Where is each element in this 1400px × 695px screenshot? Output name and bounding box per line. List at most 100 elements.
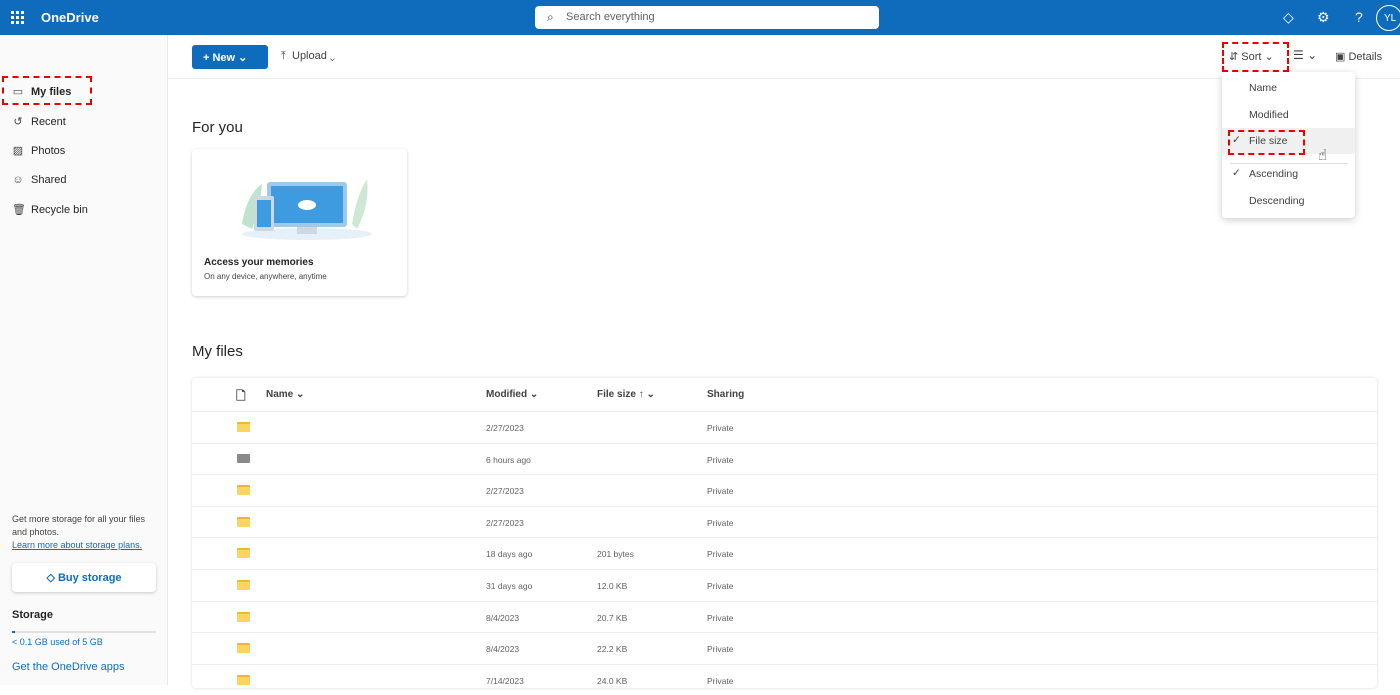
modified-cell: 2/27/2023 [486,486,524,497]
column-label: Modified [486,389,528,400]
sidebar-item-photos[interactable]: ▨ Photos [12,144,66,158]
sidebar-item-label: Shared [31,174,67,186]
column-label: File size [597,389,636,400]
sidebar-item-shared[interactable]: ☺ Shared [12,174,66,186]
search-input[interactable]: ⌕ Search everything [535,6,879,29]
sort-option-descending[interactable]: Descending [1222,188,1355,214]
history-icon: ↺ [13,116,23,128]
storage-bar-fill [12,631,15,633]
storage-promo: Get more storage for all your files and … [12,513,152,552]
help-icon[interactable]: ? [1355,9,1363,25]
folder-icon [237,485,250,496]
sharing-cell: Private [707,644,734,655]
column-header-sharing[interactable]: Sharing [707,389,744,400]
column-header-file-size[interactable]: File size ↑ ⌄ [597,389,655,400]
highlight-box [1222,42,1289,72]
avatar[interactable]: YL [1376,5,1400,31]
folder-icon [237,643,250,654]
modified-cell: 2/27/2023 [486,517,524,528]
folder-icon [237,422,250,432]
upload-button[interactable]: ⤒ Upload ⌄ [281,50,335,63]
table-row[interactable]: 2/27/2023 Private [192,474,1377,506]
list-icon: ☰ [1293,48,1304,62]
new-label: New [212,52,236,64]
column-header-name[interactable]: Name ⌄ [266,389,304,400]
search-icon: ⌕ [547,10,554,24]
storage-title: Storage [12,609,53,621]
size-cell: 22.2 KB [597,644,628,655]
my-files-heading: My files [192,343,243,360]
buy-storage-button[interactable]: ◇ Buy storage [12,563,156,592]
folder-icon [237,611,250,622]
modified-cell: 18 days ago [486,549,533,560]
table-row[interactable]: 18 days ago 201 bytes Private [192,537,1377,569]
storage-used[interactable]: < 0.1 GB used of 5 GB [12,637,103,647]
buy-storage-label: Buy storage [57,572,122,584]
details-label: Details [1348,51,1383,63]
arrow-up-icon: ↑ [638,389,644,400]
sidebar: ▭ My files ↺ Recent ▨ Photos ☺ Shared 🗑︎ Recy… [0,35,168,685]
modified-cell: 31 days ago [486,581,533,591]
table-row[interactable]: 2/27/2023 Private [192,411,1377,443]
card-title: Access your memories [204,257,314,268]
folder-icon [237,674,250,685]
view-options-button[interactable]: ☰ ⌄ [1293,48,1317,62]
trash-icon: 🗑︎ [12,204,26,216]
details-pane-icon: ▣ [1335,51,1346,63]
vault-icon [237,453,250,463]
storage-bar [12,631,156,633]
sharing-cell: Private [707,517,734,528]
search-placeholder: Search everything [566,11,655,23]
app-launcher-icon[interactable] [11,11,24,24]
sharing-cell: Private [707,581,734,591]
check-icon: ✓ [1232,167,1241,179]
sidebar-item-label: Recycle bin [31,203,88,216]
command-bar: + New ⌄ ⤒ Upload ⌄ ⇵ Sort ⌄ ☰ ⌄ ▣ Detail… [169,35,1400,79]
get-apps-link[interactable]: Get the OneDrive apps [12,661,125,673]
modified-cell: 2/27/2023 [486,423,524,433]
diamond-icon: ◇ [46,572,58,584]
storage-plans-link[interactable]: Learn more about storage plans. [12,539,152,552]
table-row[interactable]: 2/27/2023 Private [192,505,1377,538]
modified-cell: 7/14/2023 [486,675,524,686]
table-row[interactable]: 8/4/2023 22.2 KB Private [192,632,1377,664]
highlight-box [1228,130,1305,155]
folder-icon [237,548,250,559]
sidebar-item-label: Recent [31,115,66,128]
menu-item-label: Ascending [1249,168,1299,180]
table-row[interactable]: 7/14/2023 24.0 KB Private [192,663,1377,695]
sort-option-name[interactable]: Name [1222,75,1355,101]
file-type-icon: 🗋︎ [236,389,246,403]
sharing-cell: Private [707,549,734,560]
details-button[interactable]: ▣ Details [1335,50,1382,63]
size-cell: 24.0 KB [597,675,628,686]
sidebar-item-label: Photos [31,144,66,157]
sort-option-ascending[interactable]: ✓ Ascending [1222,161,1355,187]
hand-cursor-icon: ☝︎ [1318,147,1328,164]
top-bar: OneDrive ⌕ Search everything ◇ ⚙ ? YL [0,0,1400,35]
upload-icon: ⤒ [281,50,286,62]
modified-cell: 8/4/2023 [486,644,520,655]
promo-text: Get more storage for all your files and … [12,514,146,537]
sharing-cell: Private [707,454,734,465]
image-icon: ▨ [12,145,24,157]
table-row[interactable]: 6 hours ago Private [192,442,1377,475]
files-table: 🗋︎ Name ⌄ Modified ⌄ File size ↑ ⌄ Shari… [192,378,1377,688]
card-subtitle: On any device, anywhere, anytime [204,272,327,281]
sidebar-item-recent[interactable]: ↺ Recent [12,115,66,129]
memories-card[interactable]: Access your memories On any device, anyw… [192,149,407,296]
sort-option-modified[interactable]: Modified [1222,102,1355,128]
table-row[interactable]: 31 days ago 12.0 KB Private [192,569,1377,601]
menu-item-label: Name [1249,82,1278,94]
sharing-cell: Private [707,612,734,623]
sidebar-item-recycle-bin[interactable]: 🗑︎ Recycle bin [12,203,88,217]
menu-item-label: Modified [1249,109,1289,121]
app-name[interactable]: OneDrive [41,10,99,25]
new-button[interactable]: + New ⌄ [192,45,268,69]
gear-icon[interactable]: ⚙ [1317,9,1330,26]
diamond-icon[interactable]: ◇ [1283,9,1294,26]
table-row[interactable]: 8/4/2023 20.7 KB Private [192,600,1377,633]
people-icon: ☺ [12,174,24,186]
modified-cell: 6 hours ago [486,454,531,465]
column-header-modified[interactable]: Modified ⌄ [486,389,538,400]
